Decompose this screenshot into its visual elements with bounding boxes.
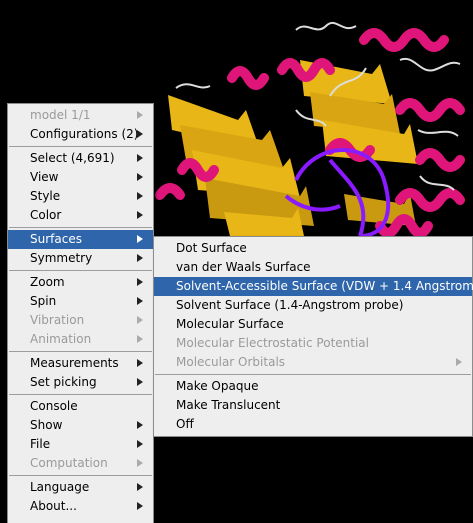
surfaces-item-solvent-surface-1-4-angstrom-probe[interactable]: Solvent Surface (1.4-Angstrom probe) bbox=[154, 296, 472, 315]
menu-separator bbox=[9, 227, 152, 228]
submenu-arrow-icon bbox=[137, 111, 143, 119]
menu-item-label: Style bbox=[30, 189, 61, 203]
menu-item-label: Dot Surface bbox=[176, 241, 247, 255]
submenu-arrow-icon bbox=[137, 192, 143, 200]
menu-item-label: Select (4,691) bbox=[30, 151, 115, 165]
surfaces-item-molecular-surface[interactable]: Molecular Surface bbox=[154, 315, 472, 334]
submenu-arrow-icon bbox=[137, 359, 143, 367]
submenu-arrow-icon bbox=[137, 211, 143, 219]
menu-item-label: Computation bbox=[30, 456, 108, 470]
menu-item-about[interactable]: About... bbox=[8, 497, 153, 516]
menu-item-label: Surfaces bbox=[30, 232, 82, 246]
surfaces-item-molecular-orbitals: Molecular Orbitals bbox=[154, 353, 472, 372]
menu-item-style[interactable]: Style bbox=[8, 187, 153, 206]
menu-item-label: Molecular Electrostatic Potential bbox=[176, 336, 369, 350]
menu-item-label: van der Waals Surface bbox=[176, 260, 311, 274]
surfaces-item-make-opaque[interactable]: Make Opaque bbox=[154, 377, 472, 396]
submenu-arrow-icon bbox=[456, 358, 462, 366]
menu-item-label: Spin bbox=[30, 294, 57, 308]
menu-item-label: Configurations (2) bbox=[30, 127, 139, 141]
submenu-arrow-icon bbox=[137, 502, 143, 510]
menu-item-label: model 1/1 bbox=[30, 108, 91, 122]
menu-item-spin[interactable]: Spin bbox=[8, 292, 153, 311]
menu-separator bbox=[9, 394, 152, 395]
submenu-arrow-icon bbox=[137, 173, 143, 181]
menu-item-label: Symmetry bbox=[30, 251, 93, 265]
menu-item-label: Language bbox=[30, 480, 90, 494]
menu-item-label: Set picking bbox=[30, 375, 97, 389]
menu-item-label: Make Opaque bbox=[176, 379, 259, 393]
menu-item-console[interactable]: Console bbox=[8, 397, 153, 416]
menu-item-vibration: Vibration bbox=[8, 311, 153, 330]
menu-item-view[interactable]: View bbox=[8, 168, 153, 187]
menu-item-computation: Computation bbox=[8, 454, 153, 473]
submenu-arrow-icon bbox=[137, 335, 143, 343]
surfaces-submenu: Dot Surface van der Waals Surface Solvent-… bbox=[153, 236, 473, 437]
menu-item-label: Zoom bbox=[30, 275, 65, 289]
menu-item-show[interactable]: Show bbox=[8, 416, 153, 435]
menu-item-label: Solvent-Accessible Surface (VDW + 1.4 An… bbox=[176, 279, 473, 293]
submenu-arrow-icon bbox=[137, 297, 143, 305]
menu-item-label: Off bbox=[176, 417, 194, 431]
popup-main-menu: model 1/1 Configurations (2) Select (4,691… bbox=[7, 103, 154, 523]
menu-item-label: Console bbox=[30, 399, 78, 413]
menu-item-label: Show bbox=[30, 418, 63, 432]
menu-separator bbox=[9, 146, 152, 147]
submenu-arrow-icon bbox=[137, 154, 143, 162]
menu-separator bbox=[9, 270, 152, 271]
menu-item-measurements[interactable]: Measurements bbox=[8, 354, 153, 373]
submenu-arrow-icon bbox=[137, 254, 143, 262]
menu-item-label: Make Translucent bbox=[176, 398, 281, 412]
submenu-arrow-icon bbox=[137, 130, 143, 138]
submenu-arrow-icon bbox=[137, 235, 143, 243]
menu-item-label: View bbox=[30, 170, 59, 184]
menu-item-file[interactable]: File bbox=[8, 435, 153, 454]
menu-separator bbox=[9, 475, 152, 476]
menu-item-label: Measurements bbox=[30, 356, 119, 370]
menu-item-label: About... bbox=[30, 499, 77, 513]
menu-item-symmetry[interactable]: Symmetry bbox=[8, 249, 153, 268]
submenu-arrow-icon bbox=[137, 316, 143, 324]
menu-item-model-1-1: model 1/1 bbox=[8, 106, 153, 125]
submenu-arrow-icon bbox=[137, 483, 143, 491]
surfaces-item-off[interactable]: Off bbox=[154, 415, 472, 434]
menu-item-label: Molecular Surface bbox=[176, 317, 284, 331]
menu-separator bbox=[9, 351, 152, 352]
surfaces-item-solvent-accessible-surface-vdw-1-4-angstrom[interactable]: Solvent-Accessible Surface (VDW + 1.4 An… bbox=[154, 277, 473, 296]
submenu-arrow-icon bbox=[137, 278, 143, 286]
menu-item-configurations-2[interactable]: Configurations (2) bbox=[8, 125, 153, 144]
surfaces-item-molecular-electrostatic-potential: Molecular Electrostatic Potential bbox=[154, 334, 472, 353]
menu-item-zoom[interactable]: Zoom bbox=[8, 273, 153, 292]
menu-item-surfaces[interactable]: Surfaces bbox=[8, 230, 153, 249]
submenu-arrow-icon bbox=[137, 378, 143, 386]
submenu-arrow-icon bbox=[137, 421, 143, 429]
surfaces-item-make-translucent[interactable]: Make Translucent bbox=[154, 396, 472, 415]
menu-item-label: Solvent Surface (1.4-Angstrom probe) bbox=[176, 298, 404, 312]
submenu-arrow-icon bbox=[137, 440, 143, 448]
menu-item-set-picking[interactable]: Set picking bbox=[8, 373, 153, 392]
menu-item-label: Color bbox=[30, 208, 62, 222]
menu-item-select-4-691[interactable]: Select (4,691) bbox=[8, 149, 153, 168]
menu-item-animation: Animation bbox=[8, 330, 153, 349]
menu-item-color[interactable]: Color bbox=[8, 206, 153, 225]
menu-separator bbox=[155, 374, 471, 375]
surfaces-item-van-der-waals-surface[interactable]: van der Waals Surface bbox=[154, 258, 472, 277]
submenu-arrow-icon bbox=[137, 459, 143, 467]
menu-item-label: Vibration bbox=[30, 313, 85, 327]
menu-item-label: Animation bbox=[30, 332, 92, 346]
menu-item-language[interactable]: Language bbox=[8, 478, 153, 497]
surfaces-item-dot-surface[interactable]: Dot Surface bbox=[154, 239, 472, 258]
menu-item-label: File bbox=[30, 437, 51, 451]
menu-item-label: Molecular Orbitals bbox=[176, 355, 286, 369]
